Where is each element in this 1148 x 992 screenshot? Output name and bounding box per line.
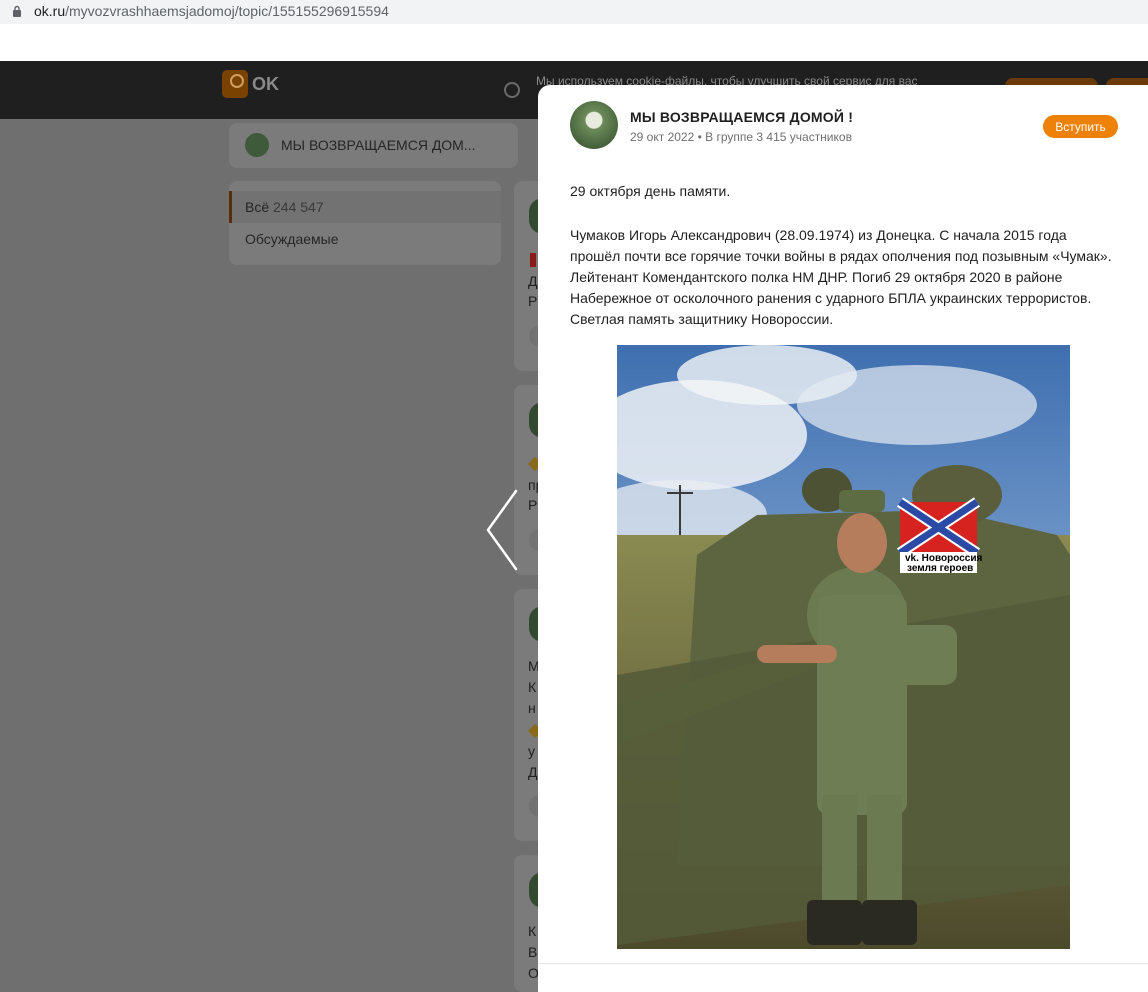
join-button[interactable]: Вступить [1043, 115, 1118, 138]
post-body: Чумаков Игорь Александрович (28.09.1974)… [570, 225, 1120, 330]
feed-text-fragment: Р [528, 497, 538, 513]
browser-address-bar[interactable]: ok.ru/myvozvrashhaemsjadomoj/topic/15515… [0, 0, 1148, 24]
post-photo[interactable]: vk. Новороссия земля героев [617, 345, 1070, 949]
feed-text-fragment: Д [528, 764, 538, 780]
post-date: 29 окт 2022 [630, 130, 695, 144]
flag-caption-line-2: земля героев [907, 563, 973, 574]
feed-text-fragment: у [528, 743, 535, 759]
filter-all-label: Всё [245, 199, 270, 215]
group-bar-name: МЫ ВОЗВРАЩАЕМСЯ ДОМ... [281, 137, 476, 153]
group-avatar-small [245, 133, 269, 157]
group-avatar[interactable] [570, 101, 618, 149]
group-name-link[interactable]: МЫ ВОЗВРАЩАЕМСЯ ДОМОЙ ! [630, 109, 853, 125]
lock-icon [13, 5, 21, 17]
feed-text-fragment: Р [528, 293, 538, 309]
post-meta: 29 окт 2022 • В группе 3 415 участников [630, 130, 852, 144]
post-line: Набережное от осколочного ранения с удар… [570, 290, 1092, 306]
filter-all[interactable]: Всё 244 547 [245, 199, 324, 215]
filter-discussed-label: Обсуждаемые [245, 231, 339, 247]
url-text[interactable]: ok.ru/myvozvrashhaemsjadomoj/topic/15515… [34, 3, 389, 19]
feed-text-fragment: К [528, 923, 537, 939]
feed-text-fragment: н [528, 700, 536, 716]
post-line: прошёл почти все горячие точки войны в р… [570, 248, 1112, 264]
flag-image: vk. Новороссия земля героев [896, 497, 982, 574]
exclamation-icon [530, 253, 536, 267]
ok-logo-text: OK [252, 73, 279, 94]
ok-logo[interactable]: OK [222, 70, 279, 98]
url-path: /myvozvrashhaemsjadomoj/topic/1551552969… [65, 3, 389, 19]
cookie-info-icon [504, 82, 520, 98]
post-photo-image: vk. Новороссия земля героев [617, 345, 1070, 949]
filter-all-count: 244 547 [273, 199, 324, 215]
post-line: Лейтенант Комендантского полка НМ ДНР. П… [570, 269, 1063, 285]
previous-arrow-icon[interactable] [484, 487, 524, 573]
feed-text-fragment: В [528, 944, 538, 960]
feed-text-fragment: К [528, 679, 537, 695]
browser-toolbar-area [0, 24, 1148, 61]
group-members-info[interactable]: В группе 3 415 участников [705, 130, 852, 144]
post-line: Светлая память защитнику Новороссии. [570, 311, 834, 327]
ok-logo-icon [222, 70, 248, 98]
modal-footer-divider [538, 963, 1148, 964]
url-host: ok.ru [34, 3, 66, 19]
filter-discussed[interactable]: Обсуждаемые [245, 231, 339, 247]
feed-text-fragment: Д [528, 273, 538, 289]
post-line: Чумаков Игорь Александрович (28.09.1974)… [570, 227, 1067, 243]
post-title: 29 октября день памяти. [570, 183, 731, 199]
